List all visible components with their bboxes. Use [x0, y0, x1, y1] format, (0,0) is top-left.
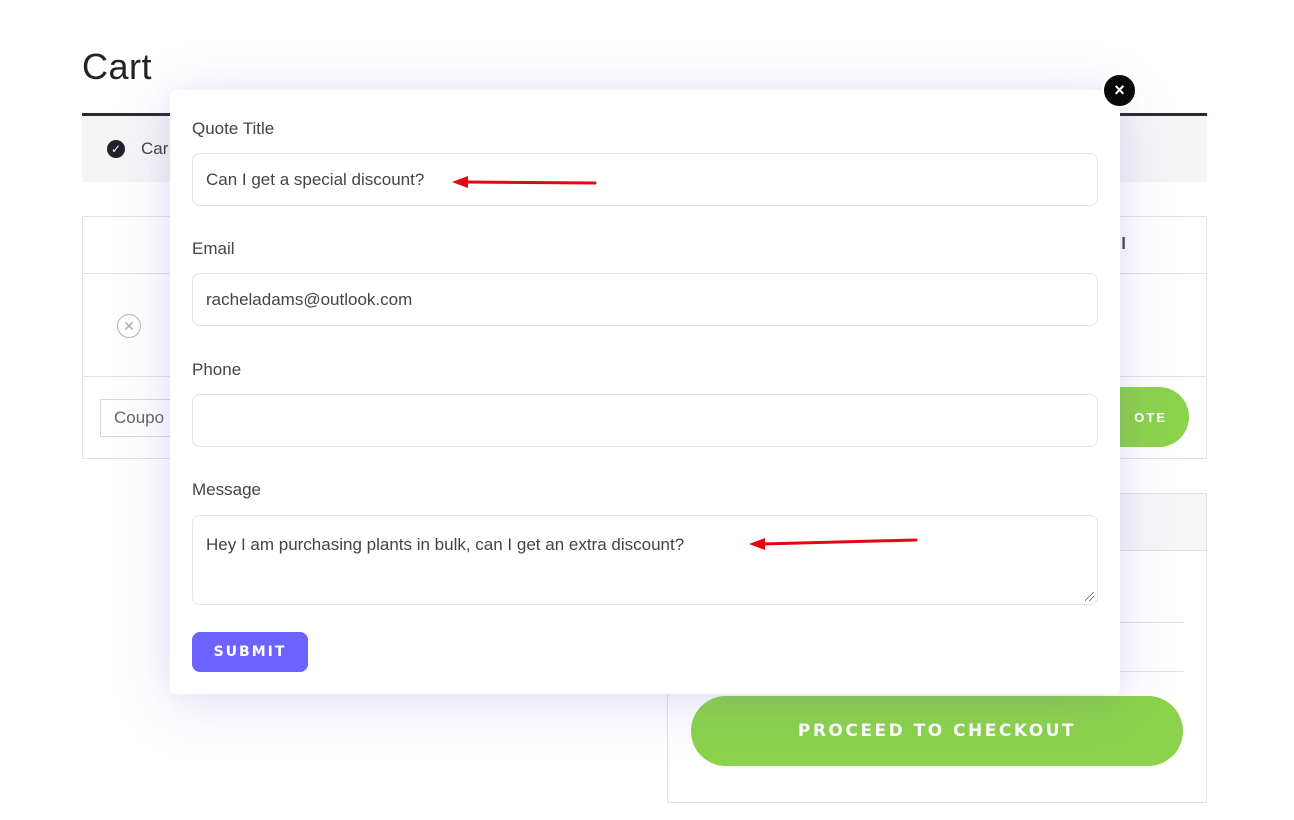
quote-request-modal: Quote Title Can I get a special discount… [170, 90, 1120, 694]
red-arrow-icon [452, 176, 597, 188]
quote-title-label: Quote Title [192, 119, 275, 138]
notice-text: Car [141, 139, 169, 158]
table-header-total: l [1121, 234, 1126, 253]
page-title: Cart [82, 46, 153, 87]
message-text: Hey I am purchasing plants in bulk, can … [206, 535, 685, 554]
red-arrow-icon [749, 538, 918, 550]
check-circle-icon: ✓ [107, 140, 125, 158]
resize-handle-icon[interactable] [1085, 592, 1094, 601]
remove-item-icon[interactable]: ✕ [117, 314, 141, 338]
phone-field[interactable] [192, 394, 1098, 447]
message-label: Message [192, 480, 261, 499]
close-icon[interactable]: × [1102, 73, 1137, 108]
message-textarea[interactable]: Hey I am purchasing plants in bulk, can … [192, 515, 1098, 605]
email-label: Email [192, 239, 235, 258]
phone-label: Phone [192, 360, 242, 379]
proceed-to-checkout-button[interactable]: PROCEED TO CHECKOUT [691, 696, 1183, 766]
quote-title-field[interactable]: Can I get a special discount? [192, 153, 1098, 206]
email-field[interactable]: racheladams@outlook.com [192, 273, 1098, 326]
submit-button[interactable]: SUBMIT [192, 632, 308, 672]
